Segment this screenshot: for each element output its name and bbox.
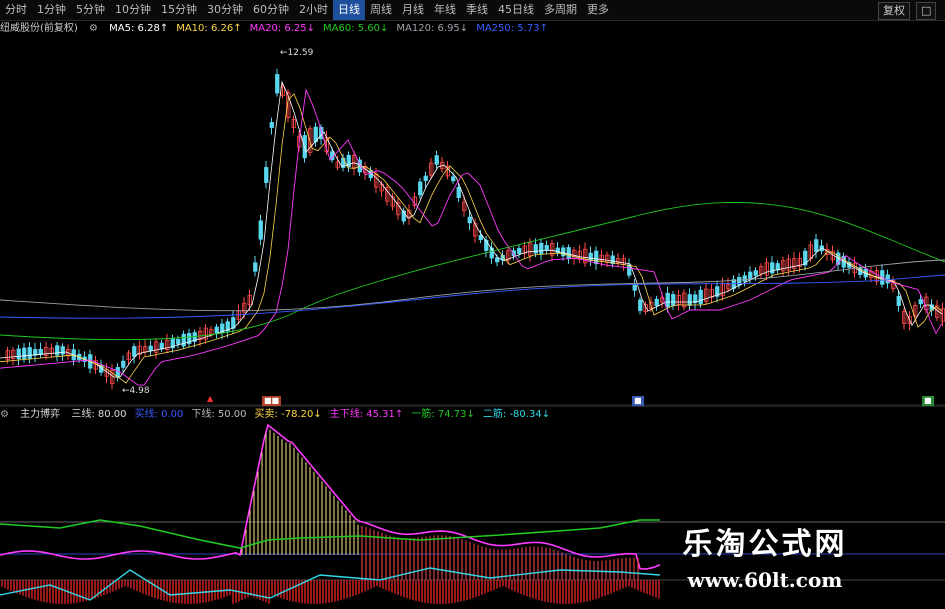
candle (27, 347, 32, 359)
moving-average-lines (0, 80, 945, 386)
watermark-title: 乐淘公式网 (682, 527, 848, 562)
low-price-label: ←4.98 (122, 386, 150, 396)
candle (539, 242, 544, 254)
candle (594, 250, 599, 265)
candle (269, 122, 274, 128)
candle (517, 248, 522, 254)
ma20-line (0, 88, 943, 386)
candle (132, 346, 137, 357)
candle (121, 360, 126, 368)
candle (742, 275, 747, 282)
candle (896, 296, 901, 306)
candle (159, 342, 164, 350)
candle (544, 245, 549, 251)
candle (451, 176, 456, 182)
site-watermark: 乐淘公式网 www.60lt.com (635, 525, 895, 595)
candle (418, 181, 423, 196)
candle (22, 347, 27, 360)
event-marker[interactable]: ■ (922, 396, 934, 406)
candle (627, 264, 632, 276)
candle (687, 294, 692, 306)
candle (918, 299, 923, 305)
high-price-label: ←12.59 (280, 48, 314, 58)
ma60-line (0, 201, 945, 341)
ma120-line (0, 259, 945, 312)
ma5-line (0, 80, 943, 378)
candle (770, 262, 775, 274)
watermark-url: www.60lt.com (687, 568, 843, 592)
candle (214, 326, 219, 334)
candle (60, 346, 65, 355)
event-marker[interactable]: ■■ (262, 396, 282, 406)
event-marker[interactable]: ▲ (205, 394, 215, 404)
candle (264, 167, 269, 183)
candle (698, 289, 703, 305)
candle (748, 271, 753, 280)
event-marker[interactable]: ■ (632, 396, 644, 406)
candle (671, 294, 676, 306)
candle (456, 187, 461, 198)
candle (275, 74, 280, 94)
candle (638, 299, 643, 311)
candle (632, 284, 637, 291)
cyan-line (0, 567, 661, 601)
ma250-line (0, 274, 945, 319)
candle (181, 333, 186, 347)
candle (148, 345, 153, 351)
candle (55, 345, 60, 356)
chart-canvas[interactable]: ←12.59 ←4.98 (0, 0, 945, 609)
candlestick-series (5, 68, 945, 390)
candle (665, 292, 670, 308)
candle (885, 274, 890, 284)
candle (478, 235, 483, 241)
candle (423, 175, 428, 181)
candle (566, 247, 571, 260)
candle (814, 239, 819, 252)
candle (467, 216, 472, 224)
candle (115, 367, 120, 378)
candle (555, 247, 560, 254)
candle (253, 262, 258, 272)
candle (654, 298, 659, 307)
candle (38, 348, 43, 355)
candle (176, 338, 181, 345)
candle (16, 348, 21, 360)
candle (258, 220, 263, 240)
candle (434, 155, 439, 165)
candle (533, 244, 538, 254)
candle (588, 252, 593, 261)
candle (753, 270, 758, 276)
